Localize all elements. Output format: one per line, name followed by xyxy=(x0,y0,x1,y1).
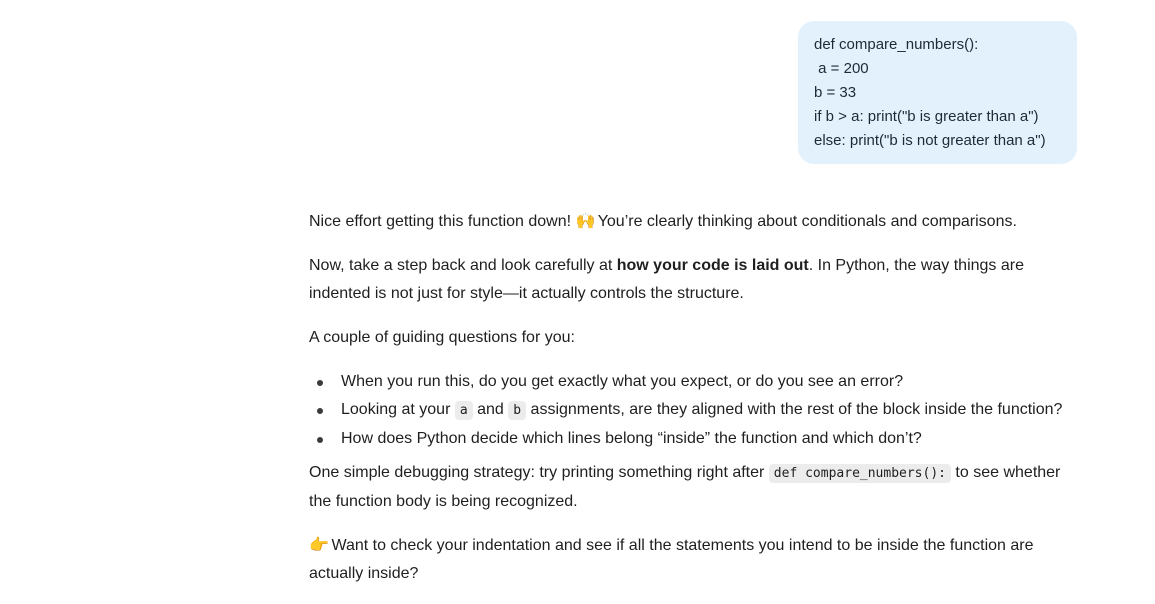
pointing-hand-emoji-icon: 👉 xyxy=(309,537,329,554)
assistant-paragraph-closing: 👉 Want to check your indentation and see… xyxy=(309,532,1079,588)
inline-code-a: a xyxy=(454,401,473,420)
question-text: How does Python decide which lines belon… xyxy=(341,430,922,447)
bullet-icon xyxy=(317,380,323,386)
assistant-message: Nice effort getting this function down! … xyxy=(309,208,1079,604)
chat-transcript: def compare_numbers(): a = 200 b = 33 if… xyxy=(0,0,1155,592)
assistant-paragraph-layout: Now, take a step back and look carefully… xyxy=(309,252,1079,308)
user-message-line: a = 200 xyxy=(814,60,869,77)
user-message-line: if b > a: print("b is greater than a") xyxy=(814,108,1039,125)
assistant-paragraph-debugging: One simple debugging strategy: try print… xyxy=(309,459,1079,516)
bullet-icon xyxy=(317,408,323,414)
question-text: When you run this, do you get exactly wh… xyxy=(341,373,904,390)
closing-text: Want to check your indentation and see i… xyxy=(309,537,1034,582)
intro-text: Nice effort getting this function down! xyxy=(309,213,576,230)
question-text: assignments, are they aligned with the r… xyxy=(526,401,1063,418)
layout-emphasis: how your code is laid out xyxy=(616,257,809,274)
inline-code-def: def compare_numbers(): xyxy=(768,464,951,483)
guiding-questions-list: When you run this, do you get exactly wh… xyxy=(309,368,1079,453)
user-message-line: def compare_numbers(): xyxy=(814,36,979,53)
list-item: Looking at your a and b assignments, are… xyxy=(309,396,1079,425)
question-text: and xyxy=(472,401,509,418)
assistant-paragraph-intro: Nice effort getting this function down! … xyxy=(309,208,1079,236)
user-message-line: b = 33 xyxy=(814,84,857,101)
intro-text-continued: You’re clearly thinking about conditiona… xyxy=(593,213,1017,230)
bullet-icon xyxy=(317,437,323,443)
layout-text: Now, take a step back and look carefully… xyxy=(309,257,617,274)
assistant-paragraph-questions-intro: A couple of guiding questions for you: xyxy=(309,329,575,346)
list-item: How does Python decide which lines belon… xyxy=(309,425,1079,453)
user-message-bubble: def compare_numbers(): a = 200 b = 33 if… xyxy=(798,21,1077,164)
raised-hands-emoji-icon: 🙌 xyxy=(575,213,596,230)
inline-code-b: b xyxy=(508,401,527,420)
user-message-line: else: print("b is not greater than a") xyxy=(814,132,1046,149)
question-text: Looking at your xyxy=(341,401,455,418)
debugging-text: One simple debugging strategy: try print… xyxy=(309,464,769,481)
list-item: When you run this, do you get exactly wh… xyxy=(309,368,1079,396)
